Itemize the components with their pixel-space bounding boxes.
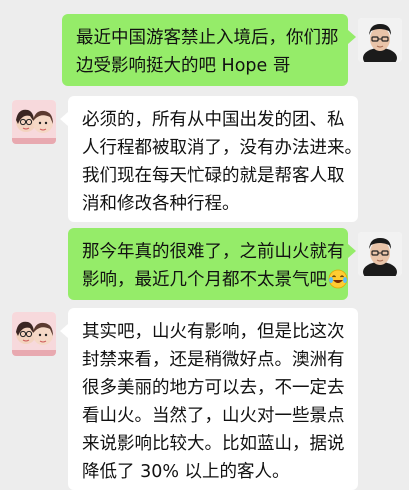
bubble-tail <box>60 112 68 126</box>
outgoing-message-bubble[interactable]: 最近中国游客禁止入境后，你们那 边受影响挺大的吧 Hope 哥 <box>62 14 348 86</box>
man-with-glasses-avatar[interactable] <box>358 232 402 276</box>
incoming-message-bubble[interactable]: 其实吧，山火有影响，但是比这次 封禁来看，还是稍微好点。澳洲有 很多美丽的地方可… <box>68 308 358 490</box>
message-line: 人行程都被取消了，没有办法进来。 <box>82 138 362 158</box>
message-line: 降低了 30% 以上的客人。 <box>82 462 290 482</box>
message-line: 其实吧，山火有影响，但是比这次 <box>82 322 345 342</box>
message-line: 很多美丽的地方可以去，不一定去 <box>82 378 345 398</box>
laughing-tears-emoji <box>328 269 348 289</box>
message-line-text: 影响，最近几个月都不太景气吧 <box>82 270 327 290</box>
bubble-tail <box>60 324 68 338</box>
incoming-message-bubble[interactable]: 必须的，所有从中国出发的团、私 人行程都被取消了，没有办法进来。 我们现在每天忙… <box>68 96 362 222</box>
message-line: 必须的，所有从中国出发的团、私 <box>82 110 345 130</box>
message-line: 影响，最近几个月都不太景气吧 <box>82 266 348 294</box>
message-line: 最近中国游客禁止入境后，你们那 <box>76 28 339 48</box>
cartoon-couple-avatar[interactable] <box>12 312 56 356</box>
man-with-glasses-avatar[interactable] <box>358 18 402 62</box>
message-line: 看山火。当然了，山火对一些景点 <box>82 406 345 426</box>
chat-window: 最近中国游客禁止入境后，你们那 边受影响挺大的吧 Hope 哥 必须的，所有从中… <box>0 0 409 490</box>
outgoing-message-bubble[interactable]: 那今年真的很难了，之前山火就有 影响，最近几个月都不太景气吧 <box>68 228 348 300</box>
cartoon-couple-avatar[interactable] <box>12 100 56 144</box>
message-line: 来说影响比较大。比如蓝山，据说 <box>82 434 345 454</box>
message-line: 消和修改各种行程。 <box>82 194 240 214</box>
message-line: 我们现在每天忙碌的就是帮客人取 <box>82 166 345 186</box>
message-line: 那今年真的很难了，之前山火就有 <box>82 242 345 262</box>
message-line: 封禁来看，还是稍微好点。澳洲有 <box>82 350 345 370</box>
bubble-tail <box>348 30 356 44</box>
message-line: 边受影响挺大的吧 Hope 哥 <box>76 56 291 76</box>
bubble-tail <box>348 244 356 258</box>
